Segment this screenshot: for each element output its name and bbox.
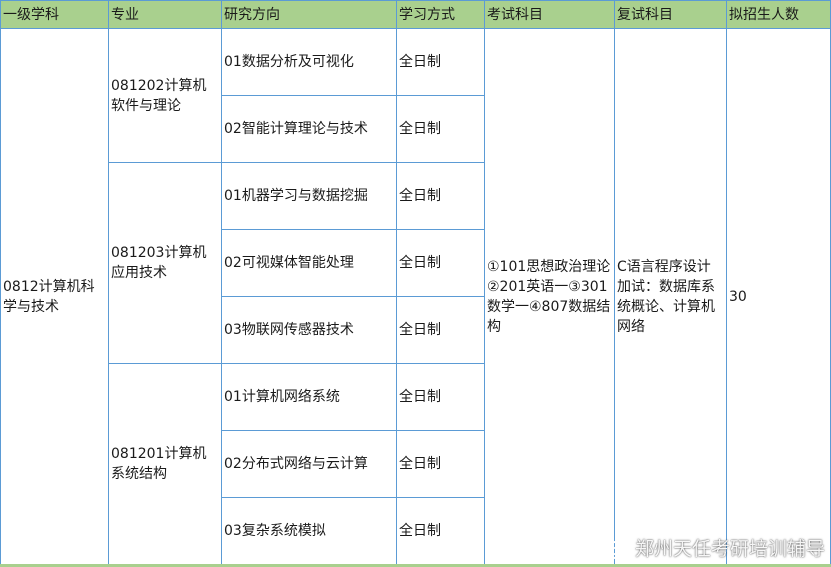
enrollment-cell: 30: [726, 28, 831, 565]
header-enrollment: 拟招生人数: [726, 0, 831, 29]
mode-cell: 全日制: [396, 229, 485, 297]
watermark-text: 郑州天任考研培训辅导: [634, 538, 825, 560]
direction-cell: 03物联网传感器技术: [221, 296, 397, 364]
header-major: 专业: [108, 0, 222, 29]
major-cell: 081202计算机软件与理论: [108, 28, 222, 163]
major-cell: 081201计算机系统结构: [108, 363, 222, 565]
mode-cell: 全日制: [396, 95, 485, 163]
watermark: 郑州天任考研培训辅导: [600, 534, 825, 561]
direction-cell: 02分布式网络与云计算: [221, 430, 397, 498]
retest-subjects-cell: C语言程序设计加试：数据库系统概论、计算机网络: [614, 28, 727, 565]
weibo-icon: [600, 536, 630, 560]
header-retest-subjects: 复试科目: [614, 0, 727, 29]
header-row: 一级学科 专业 研究方向 学习方式 考试科目 复试科目 拟招生人数: [0, 0, 831, 29]
mode-cell: 全日制: [396, 28, 485, 96]
table-row: 0812计算机科学与技术 081202计算机软件与理论 01数据分析及可视化 全…: [0, 28, 831, 565]
admissions-table: 一级学科 专业 研究方向 学习方式 考试科目 复试科目 拟招生人数 0812计算…: [0, 0, 831, 565]
exam-subjects-cell: ①101思想政治理论②201英语一③301数学一④807数据结构: [484, 28, 615, 565]
mode-cell: 全日制: [396, 430, 485, 498]
direction-cell: 02可视媒体智能处理: [221, 229, 397, 297]
mode-cell: 全日制: [396, 363, 485, 431]
direction-cell: 02智能计算理论与技术: [221, 95, 397, 163]
mode-cell: 全日制: [396, 162, 485, 230]
mode-cell: 全日制: [396, 296, 485, 364]
header-discipline: 一级学科: [0, 0, 109, 29]
mode-cell: 全日制: [396, 497, 485, 565]
direction-cell: 03复杂系统模拟: [221, 497, 397, 565]
direction-cell: 01计算机网络系统: [221, 363, 397, 431]
header-exam-subjects: 考试科目: [484, 0, 615, 29]
header-direction: 研究方向: [221, 0, 397, 29]
discipline-cell: 0812计算机科学与技术: [0, 28, 109, 565]
header-mode: 学习方式: [396, 0, 485, 29]
direction-cell: 01机器学习与数据挖掘: [221, 162, 397, 230]
direction-cell: 01数据分析及可视化: [221, 28, 397, 96]
major-cell: 081203计算机应用技术: [108, 162, 222, 364]
